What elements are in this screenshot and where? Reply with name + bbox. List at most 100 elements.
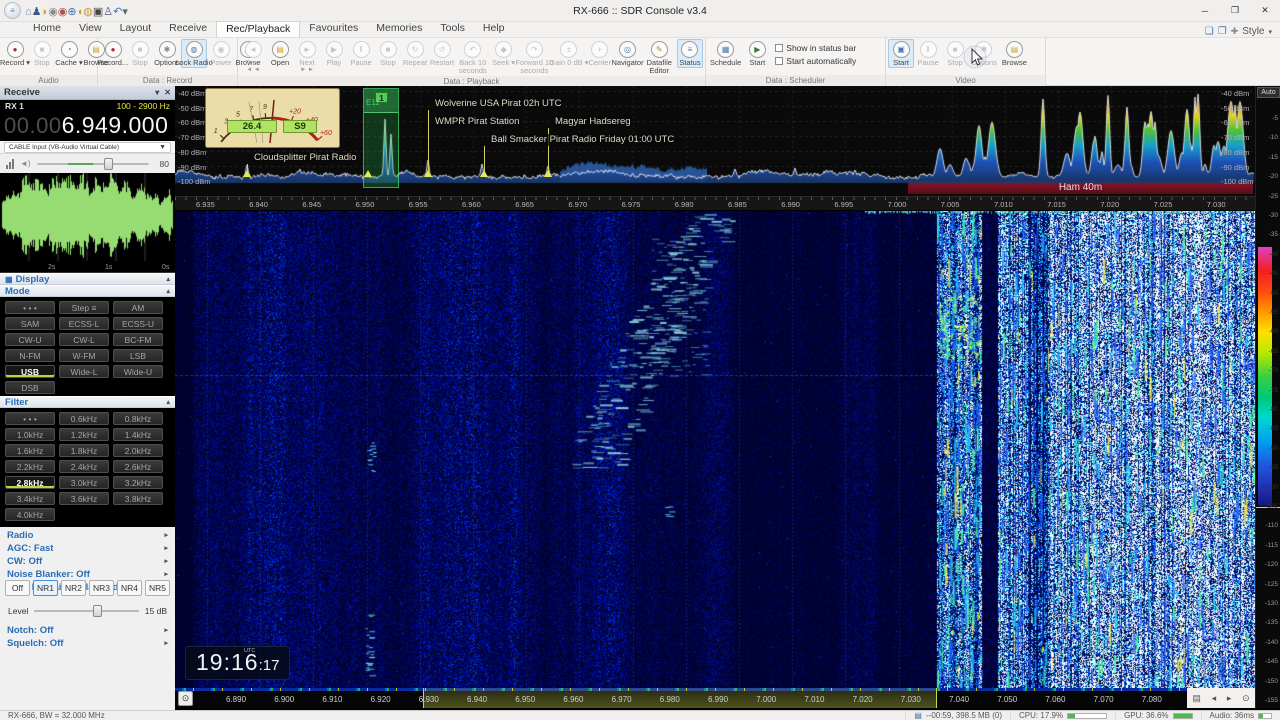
ribbon-button-prev[interactable]: ◄ Prev ◄ ◄	[240, 39, 266, 74]
checkbox-show-in-status-bar[interactable]: Show in status bar	[775, 43, 856, 53]
ribbon-button-status[interactable]: ≡ Status	[676, 39, 703, 68]
frequency-display[interactable]: 00.00 6.949.000	[0, 112, 175, 141]
panel-collapse-icon[interactable]: ▾	[155, 88, 159, 97]
filter-button-0-6khz[interactable]: 0.6kHz	[59, 412, 109, 425]
mode-button-ecss-u[interactable]: ECSS-U	[113, 317, 163, 330]
display-section-header[interactable]: ▦ Display ▴	[0, 273, 175, 285]
ribbon-button-navigator[interactable]: ◎ Navigator	[612, 39, 644, 68]
mode-button-wide-u[interactable]: Wide-U	[113, 365, 163, 378]
tab-help[interactable]: Help	[474, 21, 514, 37]
ribbon-button-record[interactable]: ● Record...	[98, 39, 128, 68]
filter-button-2-2khz[interactable]: 2.2kHz	[5, 460, 55, 473]
ribbon-button-forward-10-seconds[interactable]: ↷ Forward 10 seconds	[515, 39, 553, 76]
station-label-magyar-hadsereg[interactable]: Magyar Hadsereg	[553, 116, 633, 128]
snapshot-icon[interactable]: ▤	[1192, 693, 1201, 704]
filter-button-2-8khz[interactable]: 2.8kHz	[5, 476, 55, 489]
station-label-wmpr-pirat-station[interactable]: WMPR Pirat Station	[433, 116, 522, 128]
checkbox-box[interactable]	[775, 57, 784, 65]
tab-tools[interactable]: Tools	[431, 21, 474, 37]
ribbon-button-stop[interactable]: ■ Stop	[375, 39, 401, 68]
radio-row-cw[interactable]: CW: Off ▸	[0, 555, 175, 567]
ribbon-button-play[interactable]: ▶ Play	[321, 39, 347, 68]
full-span-frequency-scale[interactable]: ⊙ ▤ ◂ ▸ ⊙ 6.890 6.900 6.910 6.920 6.930 6.940 6.9…	[175, 688, 1255, 708]
undo-icon[interactable]: ↶	[113, 6, 122, 18]
filter-button-0-8khz[interactable]: 0.8kHz	[113, 412, 163, 425]
filter-button-3-4khz[interactable]: 3.4kHz	[5, 492, 55, 505]
monitor-1-icon[interactable]: ❏	[1205, 26, 1214, 37]
ribbon-button-stop[interactable]: ■ Stop	[29, 39, 55, 68]
mode-button-step[interactable]: Step ≡	[59, 301, 109, 314]
ribbon-button-seek[interactable]: ◆ Seek ▾	[491, 39, 517, 68]
filter-button-1-8khz[interactable]: 1.8kHz	[59, 444, 109, 457]
nr-button-nr1[interactable]: NR1	[33, 580, 58, 596]
volume-slider-thumb[interactable]	[104, 157, 114, 170]
mode-button-bc-fm[interactable]: BC-FM	[113, 333, 163, 346]
ribbon-button-stop[interactable]: ■ Stop	[127, 39, 153, 68]
tab-rec-playback[interactable]: Rec/Playback	[216, 21, 301, 37]
filter-button-3-2khz[interactable]: 3.2kHz	[113, 476, 163, 489]
station-flag-icon[interactable]	[364, 170, 372, 177]
ribbon-button-center[interactable]: + Center	[587, 39, 613, 68]
mode-button-cw-l[interactable]: CW-L	[59, 333, 109, 346]
mode-button-lsb[interactable]: LSB	[113, 349, 163, 362]
pin-icon[interactable]: ✚	[1231, 26, 1239, 37]
section-pin-icon[interactable]: ▴	[166, 275, 170, 283]
nr-button-nr5[interactable]: NR5	[145, 580, 170, 596]
zoom-reset-button[interactable]: ⊙	[178, 691, 193, 706]
ribbon-button-back-10-seconds[interactable]: ↶ Back 10 seconds	[456, 39, 490, 76]
filter-button-1-2khz[interactable]: 1.2kHz	[59, 428, 109, 441]
station-label-ball-smacker-pirat-radio[interactable]: Ball Smacker Pirat Radio Friday 01:00 UT…	[489, 134, 677, 146]
filter-button-3-0khz[interactable]: 3.0kHz	[59, 476, 109, 489]
ribbon-button-restart[interactable]: ↺ Restart	[429, 39, 455, 68]
home-icon[interactable]: ⌂	[25, 6, 32, 18]
section-pin-icon[interactable]: ▴	[166, 398, 170, 406]
mode-button-ecss-l[interactable]: ECSS-L	[59, 317, 109, 330]
filter-button-2-6khz[interactable]: 2.6kHz	[113, 460, 163, 473]
record-icon[interactable]: ◉	[58, 6, 68, 18]
mode-button-usb[interactable]: USB	[5, 365, 55, 378]
filter-button-3-6khz[interactable]: 3.6kHz	[59, 492, 109, 505]
station-flag-icon[interactable]	[480, 170, 488, 177]
spectrum-frequency-scale[interactable]: 6.935 6.940 6.945 6.950 6.955 6.960 6.965 6.970…	[175, 196, 1255, 211]
ribbon-button-cache[interactable]: ◔ Cache ▾	[55, 39, 83, 68]
lock-icon[interactable]: ◍	[83, 6, 93, 18]
nr-level-slider-thumb[interactable]	[92, 605, 102, 617]
radio-row-agc[interactable]: AGC: Fast ▸	[0, 542, 175, 554]
tab-home[interactable]: Home	[24, 21, 70, 37]
ribbon-button-power[interactable]: ◉ Power	[208, 39, 234, 68]
ribbon-button-browse[interactable]: ▤Browse	[1000, 39, 1029, 68]
tab-memories[interactable]: Memories	[367, 21, 431, 37]
app-menu-button[interactable]: ≡	[4, 2, 21, 19]
filter-button-3-8khz[interactable]: 3.8kHz	[113, 492, 163, 505]
mode-button-w-fm[interactable]: W-FM	[59, 349, 109, 362]
ribbon-button-options[interactable]: ✱ Options	[969, 39, 999, 68]
monitor-2-icon[interactable]: ❐	[1218, 26, 1227, 37]
filter-button-2-0khz[interactable]: 2.0kHz	[113, 444, 163, 457]
mode-button-cw-u[interactable]: CW-U	[5, 333, 55, 346]
nr-button-nr2[interactable]: NR2	[61, 580, 86, 596]
section-pin-icon[interactable]: ▴	[166, 287, 170, 295]
mode-button-wide-l[interactable]: Wide-L	[59, 365, 109, 378]
tab-receive[interactable]: Receive	[160, 21, 216, 37]
checkbox-start-automatically[interactable]: Start automatically	[775, 56, 856, 66]
nr-button-off[interactable]: Off	[5, 580, 30, 596]
more-icon[interactable]: ▾	[122, 6, 128, 18]
checkbox-box[interactable]	[775, 44, 784, 52]
ribbon-button-gain-0-db[interactable]: ± Gain 0 dB ▾	[549, 39, 589, 68]
ribbon-button-datafile-editor[interactable]: ✎ Datafile Editor	[642, 39, 676, 76]
ribbon-button-pause[interactable]: ‖ Pause	[348, 39, 374, 68]
filter-button-4-0khz[interactable]: 4.0kHz	[5, 508, 55, 521]
scroll-left-icon[interactable]: ◂	[1212, 693, 1217, 704]
tab-layout[interactable]: Layout	[111, 21, 161, 37]
ribbon-button-pause[interactable]: ‖ Pause	[915, 39, 941, 68]
station-label-wolverine-usa-pirat-02h-[interactable]: Wolverine USA Pirat 02h UTC	[433, 98, 564, 110]
squelch-row[interactable]: Squelch: Off ▸	[0, 637, 175, 649]
ribbon-button-next[interactable]: ► Next ► ►	[294, 39, 320, 74]
close-button[interactable]: ✕	[1250, 0, 1280, 22]
filter-button-[interactable]: • • •	[5, 412, 55, 425]
add-circle-icon[interactable]: ⊕	[67, 6, 76, 18]
filter-button-1-0khz[interactable]: 1.0kHz	[5, 428, 55, 441]
style-menu[interactable]: Style	[1242, 26, 1264, 37]
nr-level-slider[interactable]	[34, 605, 139, 617]
filter-button-1-6khz[interactable]: 1.6kHz	[5, 444, 55, 457]
